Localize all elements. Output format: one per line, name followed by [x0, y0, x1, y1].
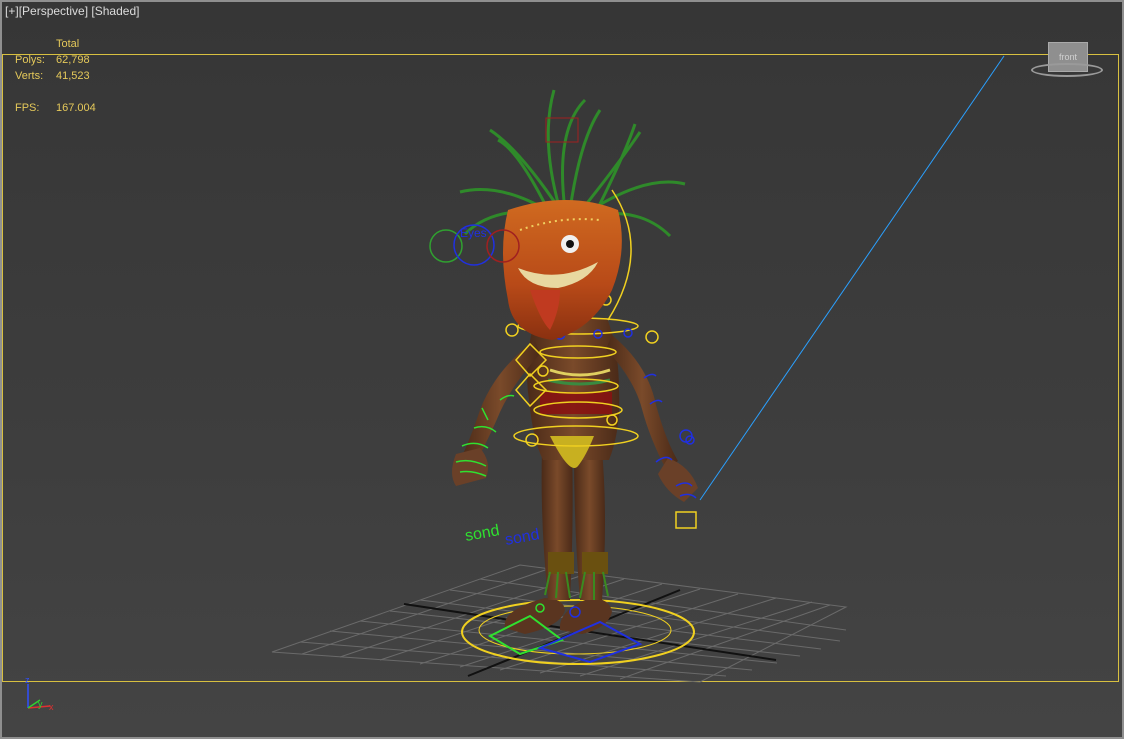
axis-z-label: z — [25, 676, 30, 685]
perspective-viewport[interactable]: [+][Perspective] [Shaded] Total Polys: 62… — [0, 0, 1124, 739]
right-ik-label[interactable]: sond — [504, 526, 541, 549]
scene-render: Eyes sond sond — [271, 55, 1005, 683]
axis-tripod: z y x — [25, 676, 54, 712]
axis-y-label: y — [38, 699, 43, 709]
left-foot — [504, 598, 565, 634]
axis-x-label: x — [49, 702, 54, 712]
left-ik-label[interactable]: sond — [464, 522, 501, 545]
finger-controls-green[interactable] — [455, 394, 545, 613]
mask-pupil — [566, 240, 574, 248]
left-ankle-band — [548, 552, 574, 574]
right-ankle-band — [582, 552, 608, 574]
head-top-control[interactable] — [545, 117, 579, 143]
light-target-line — [699, 55, 1005, 501]
viewcube[interactable]: front — [1031, 41, 1105, 81]
eyes-control-label: Eyes — [460, 226, 487, 240]
left-hand — [452, 448, 488, 486]
right-leg — [574, 450, 605, 600]
viewcube-compass-ring[interactable] — [1031, 63, 1103, 77]
